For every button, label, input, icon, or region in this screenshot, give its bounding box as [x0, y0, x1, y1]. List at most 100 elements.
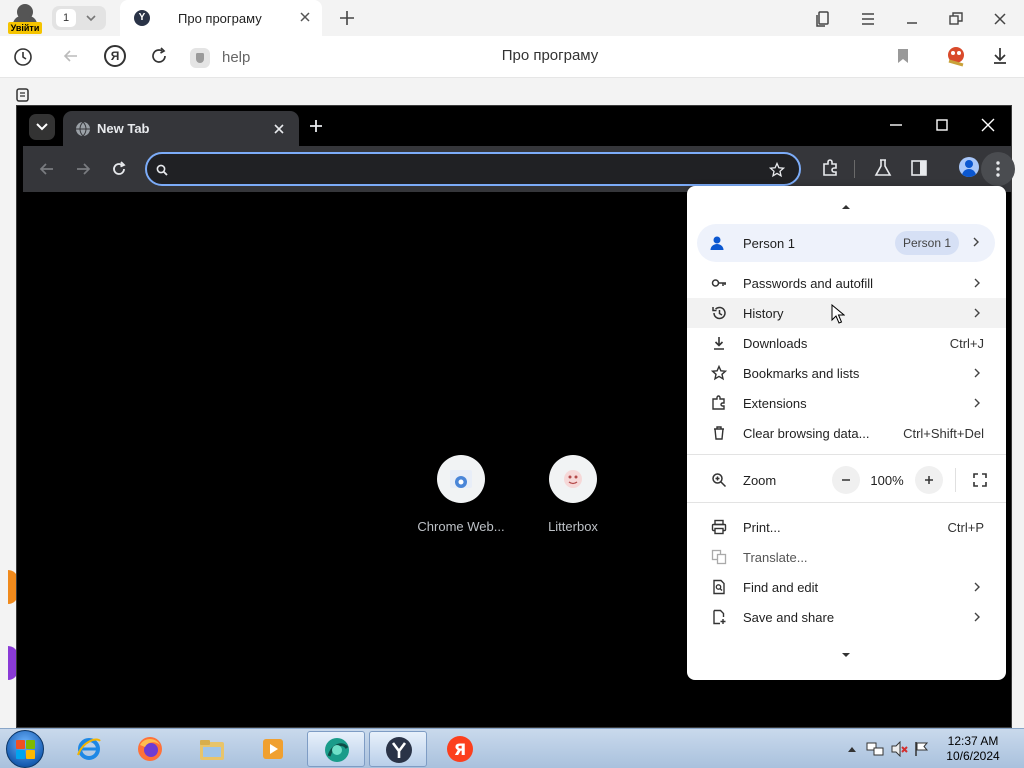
taskbar-yandex-browser[interactable]: [369, 731, 427, 767]
action-center-flag-icon[interactable]: [914, 741, 930, 757]
menu-item-find-edit[interactable]: Find and edit: [687, 572, 1006, 602]
back-arrow-icon[interactable]: [62, 47, 80, 65]
close-tab-icon[interactable]: [273, 123, 285, 135]
menu-item-clear-data[interactable]: Clear browsing data... Ctrl+Shift+Del: [687, 418, 1006, 448]
search-icon: [156, 164, 168, 176]
trash-icon: [714, 426, 724, 440]
fullscreen-button[interactable]: [966, 466, 994, 494]
menu-item-shortcut: Ctrl+P: [947, 520, 984, 535]
taskbar-firefox[interactable]: [121, 731, 179, 767]
extensions-puzzle-icon[interactable]: [820, 158, 840, 178]
minimize-icon[interactable]: [889, 118, 903, 132]
menu-item-label: Passwords and autofill: [743, 276, 874, 291]
taskbar-yandex-app[interactable]: Я: [431, 731, 489, 767]
menu-item-extensions[interactable]: Extensions: [687, 388, 1006, 418]
zoom-out-button[interactable]: [832, 466, 860, 494]
history-icon: [712, 306, 726, 320]
clock-time: 12:37 AM: [947, 734, 999, 748]
chevron-right-icon: [974, 582, 980, 592]
close-window-icon[interactable]: [981, 118, 995, 132]
find-icon: [713, 579, 725, 595]
close-window-icon[interactable]: [991, 10, 1009, 28]
minimize-icon[interactable]: [903, 10, 921, 28]
download-icon[interactable]: [991, 46, 1009, 66]
reload-icon[interactable]: [149, 46, 169, 66]
taskbar-media-player[interactable]: [244, 731, 302, 767]
key-icon: [711, 279, 726, 287]
maximize-icon[interactable]: [935, 118, 949, 132]
tab-title: New Tab: [97, 121, 150, 136]
omnibox-input[interactable]: [145, 152, 801, 186]
reload-icon[interactable]: [111, 161, 127, 177]
chrome-tab-strip: New Tab: [17, 106, 1011, 146]
taskbar-file-explorer[interactable]: [183, 731, 241, 767]
internet-explorer-icon: [77, 738, 101, 760]
profile-avatar-button[interactable]: [959, 157, 979, 177]
yandex-browser-icon: [386, 737, 412, 763]
zoom-icon: [712, 473, 727, 488]
network-icon[interactable]: [866, 741, 884, 757]
menu-icon[interactable]: [859, 10, 877, 28]
labs-flask-icon[interactable]: [874, 158, 892, 178]
restore-icon[interactable]: [947, 10, 965, 28]
tab-count-button[interactable]: 1: [52, 6, 106, 30]
profile-menu-item[interactable]: Person 1 Person 1: [697, 224, 995, 262]
tab-search-button[interactable]: [29, 114, 55, 140]
menu-item-label: Find and edit: [743, 580, 819, 595]
page-title: Про програму: [501, 47, 599, 64]
system-clock[interactable]: 12:37 AM 10/6/2024: [938, 734, 1008, 764]
menu-item-passwords[interactable]: Passwords and autofill: [687, 268, 1006, 298]
tab-count: 1: [56, 9, 76, 27]
zoom-label: Zoom: [743, 473, 777, 488]
site-info-chip[interactable]: help: [186, 44, 266, 70]
download-icon: [714, 337, 724, 350]
new-tab-icon[interactable]: [337, 8, 357, 28]
menu-item-translate[interactable]: Translate...: [687, 542, 1006, 572]
taskbar-browser-app[interactable]: [307, 731, 365, 767]
site-name: help: [222, 49, 251, 66]
history-clock-icon[interactable]: [12, 46, 34, 68]
menu-item-label: Extensions: [743, 396, 807, 411]
back-arrow-icon[interactable]: [39, 161, 55, 177]
side-panel-icon[interactable]: [910, 158, 928, 178]
windows-taskbar: Я 12:37 AM 10/6/2024: [0, 728, 1024, 768]
svg-text:Я: Я: [454, 740, 466, 759]
menu-item-bookmarks[interactable]: Bookmarks and lists: [687, 358, 1006, 388]
menu-item-history[interactable]: History: [687, 298, 1006, 328]
close-tab-icon[interactable]: [298, 10, 312, 24]
translate-icon: [711, 549, 727, 565]
bookmark-star-icon[interactable]: [769, 162, 785, 178]
volume-muted-icon[interactable]: [890, 741, 908, 757]
menu-item-downloads[interactable]: Downloads Ctrl+J: [687, 328, 1006, 358]
chrome-tab[interactable]: New Tab: [63, 111, 299, 146]
folder-icon: [200, 740, 224, 760]
scroll-down-arrow-icon[interactable]: [842, 652, 850, 658]
chevron-right-icon: [974, 368, 980, 378]
yandex-active-tab[interactable]: Y Про програму: [120, 0, 322, 36]
taskbar-internet-explorer[interactable]: [60, 731, 118, 767]
bookmarks-panel-icon[interactable]: [814, 10, 832, 28]
scroll-up-arrow-icon[interactable]: [842, 204, 850, 210]
forward-arrow-icon[interactable]: [75, 161, 91, 177]
save-share-icon: [713, 609, 726, 625]
notes-icon[interactable]: [14, 87, 32, 103]
menu-item-save-share[interactable]: Save and share: [687, 602, 1006, 632]
chrome-menu-button[interactable]: [981, 152, 1015, 186]
chevron-right-icon: [973, 237, 979, 247]
yandex-logo-button[interactable]: Я: [104, 45, 126, 67]
bookmark-icon[interactable]: [896, 48, 910, 64]
menu-item-print[interactable]: Print... Ctrl+P: [687, 512, 1006, 542]
zoom-in-button[interactable]: [915, 466, 943, 494]
yandex-profile-avatar[interactable]: Увійти: [8, 2, 42, 34]
show-hidden-icons-icon[interactable]: [847, 745, 857, 753]
media-player-icon: [263, 739, 283, 759]
start-button[interactable]: [6, 730, 44, 768]
extension-mascot-icon[interactable]: [944, 44, 968, 68]
new-tab-icon[interactable]: [309, 119, 323, 133]
chrome-web-store-icon: [437, 455, 485, 503]
star-icon: [711, 365, 727, 381]
mouse-cursor-icon: [831, 304, 845, 324]
yandex-app-icon: Я: [447, 736, 473, 762]
plus-icon: [925, 476, 933, 484]
menu-item-label: Translate...: [743, 550, 808, 565]
